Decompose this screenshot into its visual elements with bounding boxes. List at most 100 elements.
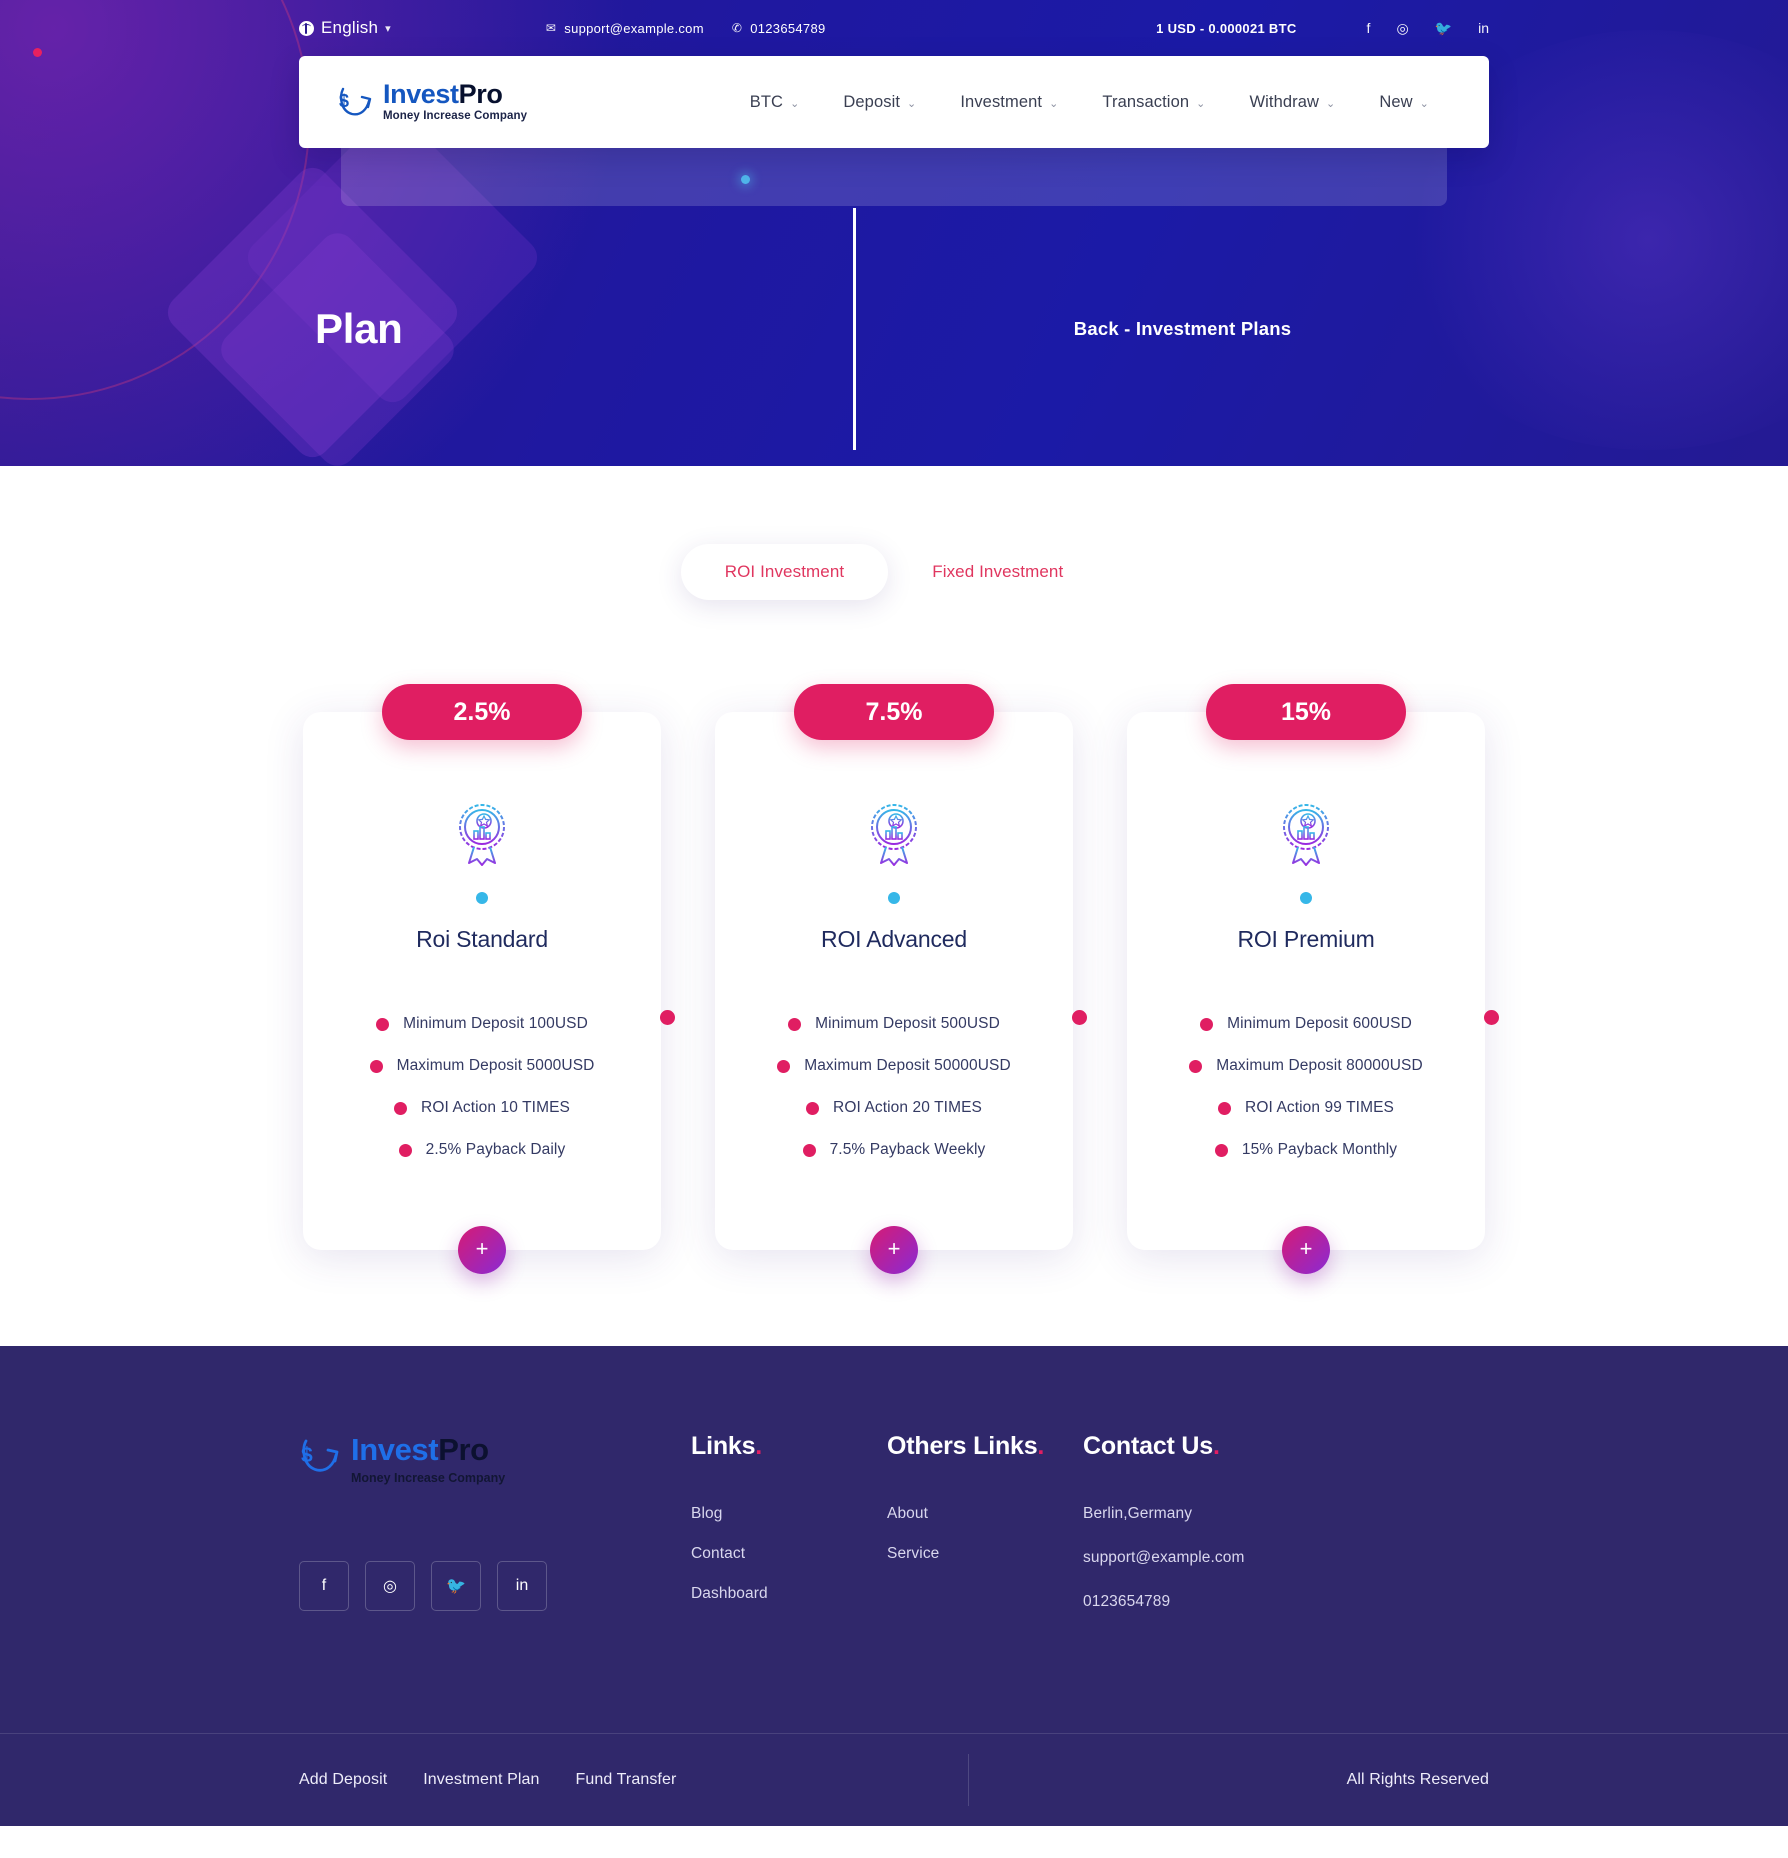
page-root: English ▾ ✉ support@example.com ✆ 012365… [0, 0, 1788, 1826]
logo-name-second: Pro [458, 79, 503, 110]
plan-feature: ROI Action 99 TIMES [1153, 1099, 1459, 1117]
plan-feature: 7.5% Payback Weekly [741, 1141, 1047, 1159]
plan-feature-text: Minimum Deposit 500USD [815, 1015, 1000, 1032]
phone-icon: ✆ [731, 21, 743, 35]
bullet-icon [788, 1017, 802, 1031]
topbar-email-text: support@example.com [564, 20, 704, 36]
nav-item-investment[interactable]: Investment ⌄ [938, 93, 1080, 112]
instagram-icon[interactable]: ◎ [1396, 20, 1408, 37]
plan-feature: ROI Action 20 TIMES [741, 1099, 1047, 1117]
footer-contact-email[interactable]: support@example.com [1083, 1549, 1343, 1567]
plan-title: ROI Advanced [821, 926, 967, 952]
nav-item-transaction[interactable]: Transaction ⌄ [1080, 93, 1227, 112]
footer-contact-column: Contact Us. Berlin,Germany support@examp… [1083, 1432, 1343, 1637]
footer-link-blog[interactable]: Blog [691, 1505, 887, 1523]
footer-logo[interactable]: $ InvestPro Money Increase Company [299, 1432, 691, 1485]
footer-contact-heading: Contact Us. [1083, 1432, 1343, 1461]
topbar-socials: f ◎ 🐦 in [1367, 20, 1489, 37]
footer-logo-name-first: Invest [351, 1432, 439, 1467]
footer-contact-phone[interactable]: 0123654789 [1083, 1593, 1343, 1611]
footer: $ InvestPro Money Increase Company f ◎ 🐦… [0, 1346, 1788, 1826]
btc-rate: 1 USD - 0.000021 BTC [1156, 20, 1297, 36]
tab-roi-investment[interactable]: ROI Investment [680, 544, 889, 600]
twitter-icon[interactable]: 🐦 [431, 1561, 481, 1611]
plan-feature-text: 2.5% Payback Daily [425, 1141, 566, 1158]
footer-bottom-link-fund-transfer[interactable]: Fund Transfer [576, 1771, 677, 1789]
plan-feature-text: Maximum Deposit 80000USD [1216, 1057, 1423, 1074]
bullet-icon [777, 1059, 791, 1073]
mail-icon: ✉ [545, 21, 557, 35]
footer-bottom-divider [968, 1754, 970, 1806]
logo-mark-icon: $ [299, 1436, 341, 1481]
plan-feature: Minimum Deposit 600USD [1153, 1015, 1459, 1033]
plan-cards: 2.5% Roi Standard Minimum Deposit 100USD… [0, 684, 1788, 1274]
bullet-icon [806, 1101, 820, 1115]
page-title: Plan [315, 305, 403, 352]
footer-logo-tagline: Money Increase Company [351, 1471, 506, 1485]
bullet-icon [394, 1101, 408, 1115]
footer-link-contact[interactable]: Contact [691, 1545, 887, 1563]
heading-dot: . [1212, 1432, 1220, 1460]
plan-feature: 2.5% Payback Daily [329, 1141, 635, 1159]
bullet-icon [369, 1059, 383, 1073]
plan-card-roi-premium: 15% ROI Premium Minimum Deposit 600USD M… [1127, 684, 1499, 1274]
chevron-down-icon: ⌄ [1196, 97, 1206, 110]
footer-bottom-link-add-deposit[interactable]: Add Deposit [299, 1771, 387, 1789]
topbar-email[interactable]: ✉ support@example.com [546, 21, 704, 36]
footer-link-dashboard[interactable]: Dashboard [691, 1585, 887, 1603]
linkedin-icon[interactable]: in [1478, 20, 1489, 36]
plan-card-roi-standard: 2.5% Roi Standard Minimum Deposit 100USD… [303, 684, 675, 1274]
plan-feature: ROI Action 10 TIMES [329, 1099, 635, 1117]
plan-badge: 2.5% [382, 684, 582, 740]
plan-title: ROI Premium [1237, 926, 1375, 952]
logo-text: InvestPro Money Increase Company [383, 81, 527, 123]
chevron-down-icon: ⌄ [790, 97, 800, 110]
svg-text:$: $ [301, 1444, 313, 1467]
nav-label: BTC [749, 92, 784, 111]
nav-item-withdraw[interactable]: Withdraw ⌄ [1227, 93, 1357, 112]
footer-link-about[interactable]: About [887, 1505, 1083, 1523]
footer-bottom-link-investment-plan[interactable]: Investment Plan [423, 1771, 539, 1789]
plan-invest-button[interactable]: + [1282, 1226, 1330, 1274]
chevron-down-icon: ⌄ [1326, 97, 1336, 110]
plan-invest-button[interactable]: + [458, 1226, 506, 1274]
facebook-icon[interactable]: f [299, 1561, 349, 1611]
medal-icon [1153, 798, 1459, 870]
site-logo[interactable]: $ InvestPro Money Increase Company [337, 81, 527, 123]
heading-dot: . [1037, 1432, 1045, 1460]
medal-icon [741, 798, 1047, 870]
plan-feature-text: Minimum Deposit 100USD [403, 1015, 588, 1032]
plan-badge: 15% [1206, 684, 1406, 740]
plan-invest-button[interactable]: + [870, 1226, 918, 1274]
plan-features: Minimum Deposit 100USD Maximum Deposit 5… [329, 1015, 635, 1159]
twitter-icon[interactable]: 🐦 [1435, 20, 1452, 37]
facebook-icon[interactable]: f [1367, 20, 1371, 36]
plan-feature: 15% Payback Monthly [1153, 1141, 1459, 1159]
language-selector[interactable]: English ▾ [299, 18, 391, 38]
footer-others-heading: Others Links. [887, 1432, 1083, 1461]
bullet-icon [1214, 1143, 1228, 1157]
breadcrumb[interactable]: Back - Investment Plans [856, 318, 1489, 340]
nav-item-deposit[interactable]: Deposit ⌄ [821, 93, 938, 112]
tab-fixed-investment[interactable]: Fixed Investment [888, 544, 1107, 600]
nav-item-btc[interactable]: BTC ⌄ [728, 93, 822, 112]
chevron-down-icon: ⌄ [1419, 97, 1429, 110]
linkedin-icon[interactable]: in [497, 1561, 547, 1611]
nav-label: Withdraw [1249, 92, 1320, 111]
heading-dot: . [755, 1432, 763, 1460]
footer-link-service[interactable]: Service [887, 1545, 1083, 1563]
bullet-icon [1218, 1101, 1232, 1115]
topbar-phone[interactable]: ✆ 0123654789 [732, 21, 826, 36]
card-accent-dot [888, 892, 900, 904]
instagram-icon[interactable]: ◎ [365, 1561, 415, 1611]
logo-mark-icon: $ [337, 85, 373, 119]
plan-badge: 7.5% [794, 684, 994, 740]
nav-item-new[interactable]: New ⌄ [1357, 93, 1451, 112]
footer-logo-text: InvestPro Money Increase Company [351, 1432, 505, 1485]
footer-contact-heading-text: Contact Us [1083, 1432, 1213, 1460]
topbar: English ▾ ✉ support@example.com ✆ 012365… [0, 0, 1788, 56]
plan-feature: Maximum Deposit 50000USD [741, 1057, 1047, 1075]
footer-socials: f ◎ 🐦 in [299, 1561, 691, 1611]
plan-feature-text: Maximum Deposit 5000USD [396, 1057, 595, 1074]
card-accent-dot [476, 892, 488, 904]
